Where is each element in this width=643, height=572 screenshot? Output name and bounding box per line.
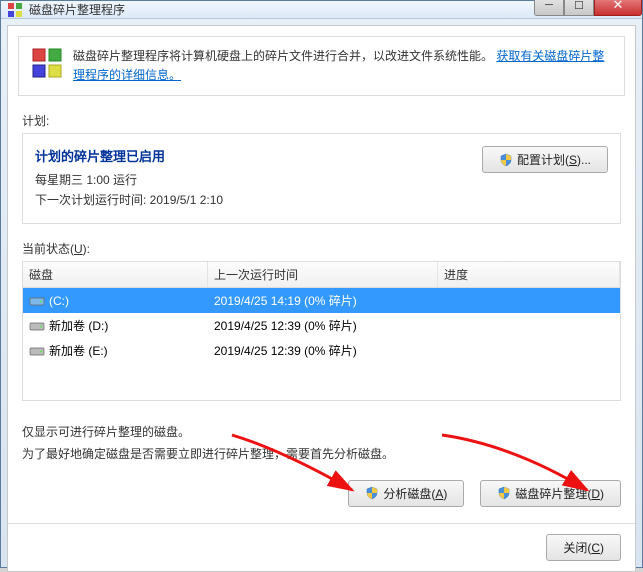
info-description: 磁盘碎片整理程序将计算机硬盘上的碎片文件进行合并，以改进文件系统性能。 [73, 49, 493, 63]
window-controls: ─ ☐ ✕ [534, 0, 642, 16]
defragment-disk-button[interactable]: 磁盘碎片整理(D) [480, 480, 621, 507]
drive-icon [29, 345, 45, 357]
schedule-time: 每星期三 1:00 运行 [35, 171, 223, 188]
config-btn-label: 配置计划(S)... [517, 151, 591, 168]
status-label: 当前状态(U): [22, 240, 621, 257]
configure-schedule-button[interactable]: 配置计划(S)... [482, 146, 608, 173]
analyze-label: 分析磁盘(A) [383, 485, 447, 502]
analyze-disk-button[interactable]: 分析磁盘(A) [348, 480, 464, 507]
shield-icon [497, 486, 511, 500]
col-last-run[interactable]: 上一次运行时间 [208, 262, 438, 287]
last-run: 2019/4/25 12:39 (0% 碎片) [208, 340, 438, 361]
footer: 关闭(C) [8, 523, 635, 571]
note-line2: 为了最好地确定磁盘是否需要立即进行碎片整理，需要首先分析磁盘。 [22, 445, 621, 464]
drive-icon [29, 320, 45, 332]
table-header: 磁盘 上一次运行时间 进度 [23, 262, 620, 288]
defrag-label: 磁盘碎片整理(D) [515, 485, 604, 502]
shield-icon [499, 153, 513, 167]
shield-icon [365, 486, 379, 500]
info-box: 磁盘碎片整理程序将计算机硬盘上的碎片文件进行合并，以改进文件系统性能。 获取有关… [18, 36, 625, 96]
info-text: 磁盘碎片整理程序将计算机硬盘上的碎片文件进行合并，以改进文件系统性能。 获取有关… [73, 47, 612, 85]
maximize-button[interactable]: ☐ [564, 0, 594, 16]
table-row[interactable]: (C:) 2019/4/25 14:19 (0% 碎片) [23, 288, 620, 313]
window: 磁盘碎片整理程序 ─ ☐ ✕ 磁盘碎片整理程序将计算机硬盘上的碎片文件进行合并，… [0, 0, 643, 568]
disk-name: 新加卷 (E:) [49, 342, 108, 359]
disk-name: (C:) [49, 294, 69, 308]
progress [438, 299, 620, 303]
table-body: (C:) 2019/4/25 14:19 (0% 碎片) 新加卷 (D:) 2019/… [23, 288, 620, 400]
table-row[interactable]: 新加卷 (D:) 2019/4/25 12:39 (0% 碎片) [23, 313, 620, 338]
progress [438, 324, 620, 328]
titlebar: 磁盘碎片整理程序 ─ ☐ ✕ [1, 1, 642, 19]
schedule-title: 计划的碎片整理已启用 [35, 146, 223, 165]
action-row: 分析磁盘(A) 磁盘碎片整理(D) [22, 480, 621, 507]
disk-name: 新加卷 (D:) [49, 317, 108, 334]
app-icon [7, 2, 23, 18]
minimize-button[interactable]: ─ [534, 0, 564, 16]
col-progress[interactable]: 进度 [438, 262, 620, 287]
schedule-box: 计划的碎片整理已启用 每星期三 1:00 运行 下一次计划运行时间: 2019/… [22, 133, 621, 224]
defrag-icon [31, 47, 63, 79]
close-label: 关闭(C) [563, 539, 604, 556]
last-run: 2019/4/25 12:39 (0% 碎片) [208, 315, 438, 336]
window-title: 磁盘碎片整理程序 [29, 1, 534, 18]
close-button[interactable]: 关闭(C) [546, 534, 621, 561]
disk-table: 磁盘 上一次运行时间 进度 (C:) 2019/4/25 14:19 (0% 碎片… [22, 261, 621, 401]
last-run: 2019/4/25 14:19 (0% 碎片) [208, 290, 438, 311]
note-line1: 仅显示可进行碎片整理的磁盘。 [22, 423, 621, 442]
drive-icon [29, 295, 45, 307]
close-window-button[interactable]: ✕ [594, 0, 642, 16]
progress [438, 349, 620, 353]
content: 磁盘碎片整理程序将计算机硬盘上的碎片文件进行合并，以改进文件系统性能。 获取有关… [7, 25, 636, 572]
schedule-next: 下一次计划运行时间: 2019/5/1 2:10 [35, 191, 223, 208]
schedule-label: 计划: [22, 112, 621, 129]
col-disk[interactable]: 磁盘 [23, 262, 208, 287]
table-row[interactable]: 新加卷 (E:) 2019/4/25 12:39 (0% 碎片) [23, 338, 620, 363]
